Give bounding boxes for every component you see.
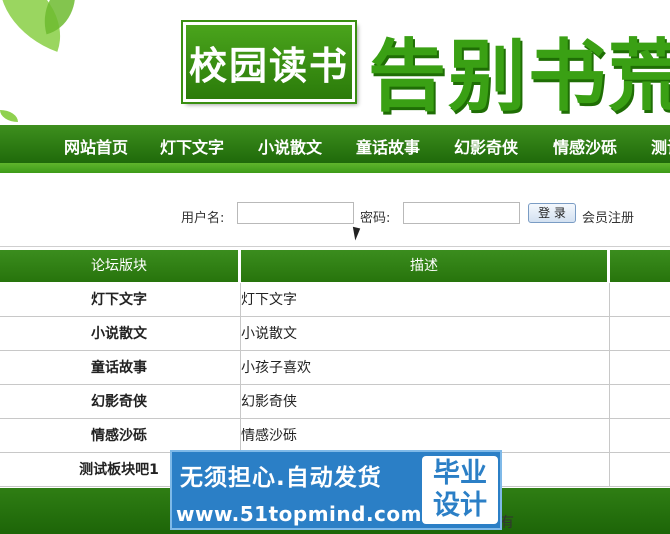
section-description: 情感沙砾 — [240, 419, 608, 453]
column-header-section: 论坛版块 — [0, 250, 238, 282]
nav-item-emotion-gravel[interactable]: 情感沙砾 — [553, 134, 617, 158]
main-nav: 网站首页 灯下文字 小说散文 童话故事 幻影奇侠 情感沙砾 测试 — [0, 125, 670, 163]
table-row: 幻影奇侠 幻影奇侠 — [0, 385, 670, 419]
watermark-badge-line2: 设计 — [433, 490, 487, 521]
section-link[interactable]: 灯下文字 — [0, 283, 238, 317]
watermark-banner: 无须担心.自动发货 www.51topmind.com 毕业 设计 — [170, 450, 502, 530]
password-input[interactable] — [403, 202, 520, 224]
nav-item-home[interactable]: 网站首页 — [64, 134, 128, 158]
login-button[interactable]: 登 录 — [528, 203, 576, 223]
page: 校园读书 告别书荒 网站首页 灯下文字 小说散文 童话故事 幻影奇侠 情感沙砾 … — [0, 0, 670, 534]
section-description: 灯下文字 — [240, 283, 608, 317]
section-extra-cell — [609, 283, 670, 317]
table-row: 小说散文 小说散文 — [0, 317, 670, 351]
password-label: 密码: — [360, 211, 391, 226]
section-extra-cell — [609, 419, 670, 453]
section-link[interactable]: 幻影奇侠 — [0, 385, 238, 419]
divider — [0, 246, 670, 247]
login-form: 用户名: 密码: 登 录 会员注册 — [0, 200, 670, 228]
column-header-description: 描述 — [241, 250, 607, 282]
nav-item-lamp-writing[interactable]: 灯下文字 — [160, 134, 224, 158]
nav-underline — [0, 163, 670, 173]
site-slogan: 告别书荒 — [368, 32, 670, 122]
watermark-slogan: 无须担心.自动发货 — [180, 465, 382, 491]
site-header: 校园读书 告别书荒 — [0, 0, 670, 125]
section-description: 小说散文 — [240, 317, 608, 351]
table-row: 童话故事 小孩子喜欢 — [0, 351, 670, 385]
leaf-decoration — [0, 110, 18, 122]
section-link[interactable]: 童话故事 — [0, 351, 238, 385]
section-extra-cell — [609, 453, 670, 487]
nav-item-novels-essays[interactable]: 小说散文 — [258, 134, 322, 158]
nav-item-test[interactable]: 测试 — [651, 134, 670, 158]
table-row: 灯下文字 灯下文字 — [0, 283, 670, 317]
site-logo[interactable]: 校园读书 — [183, 22, 355, 102]
watermark-badge: 毕业 设计 — [422, 456, 498, 524]
register-link[interactable]: 会员注册 — [582, 207, 634, 226]
footer-text: 有 — [500, 515, 514, 531]
forum-table-header: 论坛版块 描述 — [0, 250, 670, 282]
section-extra-cell — [609, 351, 670, 385]
username-label: 用户名: — [181, 211, 225, 226]
watermark-url: www.51topmind.com — [176, 502, 422, 526]
column-header-extra — [610, 250, 670, 282]
section-link[interactable]: 小说散文 — [0, 317, 238, 351]
username-input[interactable] — [237, 202, 354, 224]
nav-item-fantasy-heroes[interactable]: 幻影奇侠 — [454, 134, 518, 158]
nav-item-fairy-tales[interactable]: 童话故事 — [356, 134, 420, 158]
section-extra-cell — [609, 385, 670, 419]
section-extra-cell — [609, 317, 670, 351]
section-link[interactable]: 情感沙砾 — [0, 419, 238, 453]
section-description: 小孩子喜欢 — [240, 351, 608, 385]
table-row: 情感沙砾 情感沙砾 — [0, 419, 670, 453]
watermark-badge-line1: 毕业 — [433, 458, 487, 489]
section-description: 幻影奇侠 — [240, 385, 608, 419]
watermark-text-area: 无须担心.自动发货 www.51topmind.com — [172, 452, 421, 528]
